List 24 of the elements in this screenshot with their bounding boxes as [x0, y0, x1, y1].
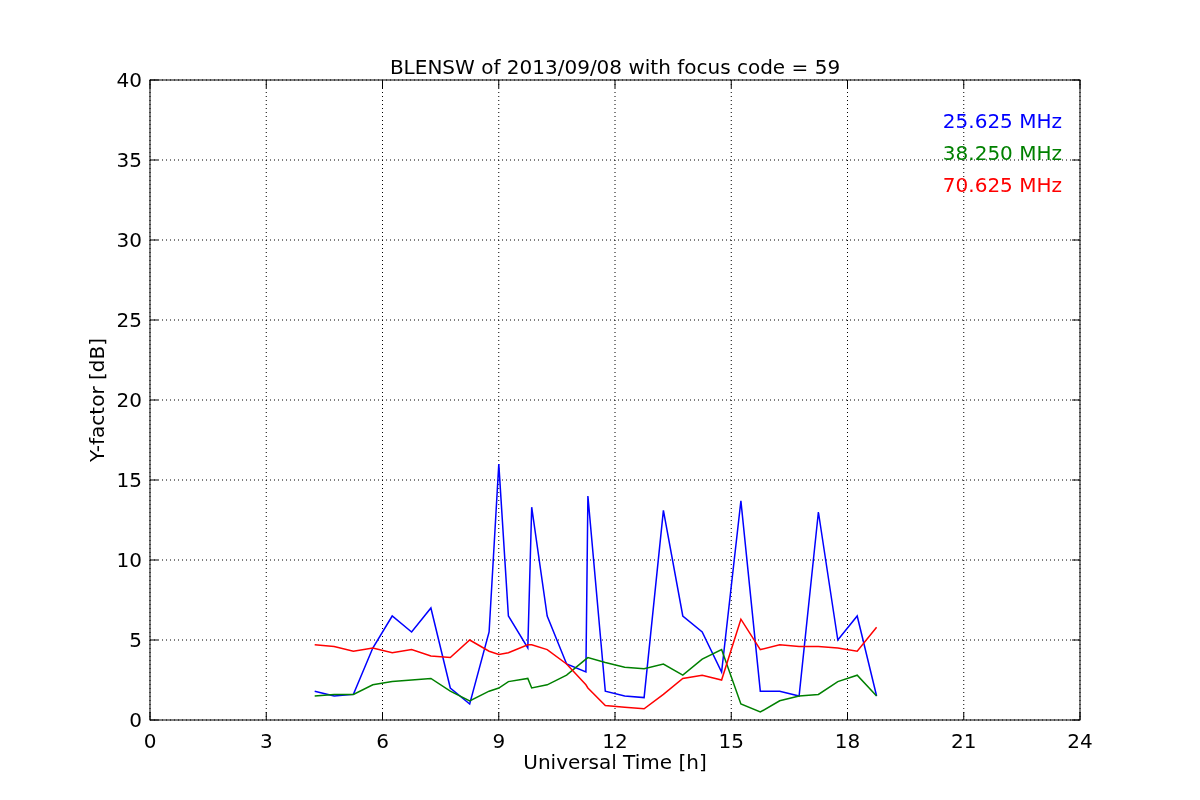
x-axis-label: Universal Time [h] [523, 750, 707, 774]
legend-label: 25.625 MHz [942, 109, 1062, 133]
legend-label: 70.625 MHz [942, 173, 1062, 197]
x-tick-label: 15 [718, 729, 744, 753]
x-tick-label: 9 [492, 729, 506, 753]
legend-label: 38.250 MHz [942, 141, 1062, 165]
x-tick-label: 3 [259, 729, 273, 753]
y-tick-label: 0 [129, 708, 142, 732]
x-tick-label: 0 [143, 729, 157, 753]
x-tick-label: 12 [602, 729, 628, 753]
y-tick-label: 40 [116, 68, 142, 92]
y-tick-label: 15 [116, 468, 142, 492]
y-tick-label: 10 [116, 548, 142, 572]
x-tick-label: 24 [1067, 729, 1093, 753]
x-tick-label: 21 [951, 729, 977, 753]
y-tick-label: 35 [116, 148, 142, 172]
x-tick-label: 18 [834, 729, 861, 753]
y-tick-label: 30 [116, 228, 142, 252]
y-tick-label: 20 [116, 388, 142, 412]
y-axis-label: Y-factor [dB] [85, 338, 109, 462]
x-tick-label: 6 [376, 729, 389, 753]
chart-title: BLENSW of 2013/09/08 with focus code = 59 [389, 55, 841, 79]
y-tick-label: 5 [129, 628, 142, 652]
y-tick-label: 25 [116, 308, 142, 332]
